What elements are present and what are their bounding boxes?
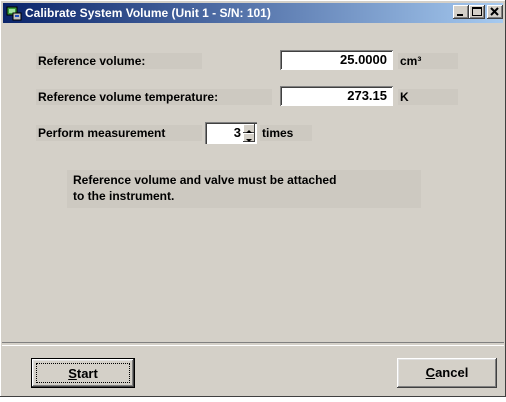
note-line-1: Reference volume and valve must be attac… [73,173,337,187]
footer-separator [2,342,504,346]
maximize-button[interactable] [469,5,485,19]
cancel-label-rest: ancel [435,365,469,380]
system-volume-app-icon [6,5,22,21]
reference-temperature-label: Reference volume temperature: [36,89,272,105]
arrow-down-icon [246,139,252,142]
reference-temperature-input[interactable]: 273.15 [280,86,393,106]
title-bar[interactable]: Calibrate System Volume (Unit 1 - S/N: 1… [3,3,503,23]
window-title: Calibrate System Volume (Unit 1 - S/N: 1… [25,6,271,20]
perform-times-label: times [260,125,312,141]
spin-up-button[interactable] [243,124,255,133]
focus-rectangle [36,363,130,383]
perform-measurement-label: Perform measurement [36,125,202,141]
reference-volume-label: Reference volume: [36,53,202,69]
measurement-count-value[interactable]: 3 [207,124,241,142]
reference-volume-unit: cm³ [398,53,458,69]
calibrate-dialog: Calibrate System Volume (Unit 1 - S/N: 1… [0,0,506,397]
cancel-mnemonic: C [425,365,436,380]
close-icon [490,7,499,16]
reference-volume-input[interactable]: 25.0000 [280,50,393,70]
instruction-note: Reference volume and valve must be attac… [67,170,421,208]
minimize-button[interactable] [453,5,469,19]
maximize-icon [472,7,482,16]
start-button[interactable]: Start [31,358,135,388]
minimize-icon [457,14,463,16]
note-line-2: to the instrument. [73,189,175,203]
measurement-count-spinner[interactable]: 3 [205,122,257,144]
close-button[interactable] [487,5,503,19]
reference-temperature-unit: K [398,89,458,105]
cancel-button[interactable]: Cancel [397,358,497,388]
spin-down-button[interactable] [243,133,255,142]
